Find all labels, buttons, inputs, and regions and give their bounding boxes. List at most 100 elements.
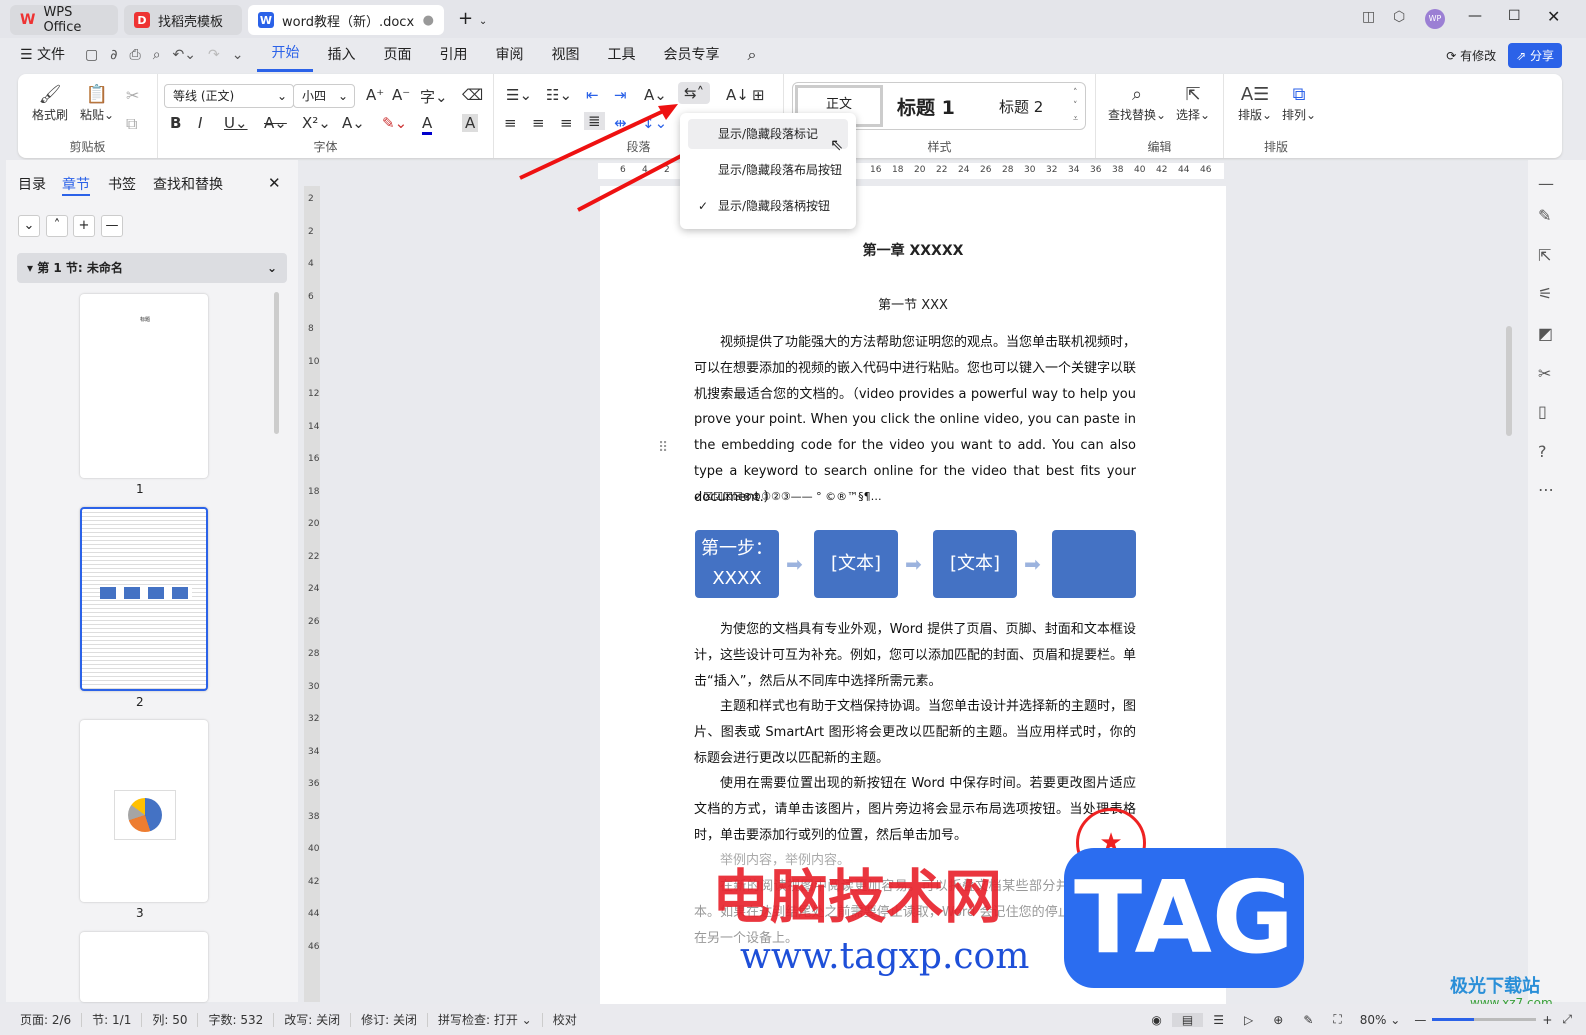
strikethrough-icon[interactable]: A⌄ [264, 114, 287, 132]
flow-step-1[interactable]: 第一步：XXXX [695, 530, 779, 598]
section-header[interactable]: ▾ 第 1 节: 未命名 ⌄ [17, 253, 287, 283]
copy-icon[interactable]: ⧉ [126, 114, 137, 134]
document-scrollbar[interactable] [1506, 326, 1512, 436]
maximize-button[interactable]: ☐ [1508, 8, 1521, 24]
style-scroll-icon[interactable]: ˄ ˅ ⩡ [1073, 87, 1078, 126]
cube-icon[interactable]: ⬡ [1393, 9, 1405, 25]
link-icon[interactable]: ∂ [104, 38, 123, 72]
menu-item-show-layout-buttons[interactable]: 显示/隐藏段落布局按钮 [688, 155, 848, 185]
phonetic-icon[interactable]: 字⌄ [420, 86, 448, 107]
add-section-icon[interactable]: + [73, 215, 95, 237]
zoom-slider[interactable] [1432, 1018, 1537, 1021]
text-effect-icon[interactable]: A⌄ [342, 114, 365, 132]
collapse-up-icon[interactable]: ˄ [46, 215, 68, 237]
find-replace-button[interactable]: ⌕ 查找替换⌄ [1108, 84, 1166, 123]
status-proofread[interactable]: 校对 [543, 1013, 587, 1027]
tools-icon[interactable]: ✂ [1538, 364, 1551, 383]
bold-icon[interactable]: B [170, 114, 181, 132]
menu-view[interactable]: 视图 [537, 38, 593, 72]
print-icon[interactable]: ⎙ [124, 38, 147, 72]
modified-indicator[interactable]: ⟳ 有修改 [1446, 47, 1496, 64]
close-panel-icon[interactable]: ✕ [268, 174, 281, 192]
flow-step-2[interactable]: [文本] [814, 530, 898, 598]
page-view-icon[interactable]: ▤ [1171, 1012, 1204, 1027]
save-icon[interactable]: ▢ [79, 38, 104, 72]
print-preview-icon[interactable]: ⌕ [147, 38, 167, 72]
eraser-icon[interactable]: ⌫ [462, 86, 483, 104]
more-icon[interactable]: ⋯ [1538, 480, 1554, 499]
status-page[interactable]: 页面: 2/6 [0, 1012, 83, 1027]
pen-icon[interactable]: ✎ [1538, 206, 1551, 225]
status-revision[interactable]: 修订: 关闭 [351, 1012, 428, 1027]
menu-page[interactable]: 页面 [369, 38, 425, 72]
pen-view-icon[interactable]: ✎ [1293, 1013, 1323, 1027]
font-color-icon[interactable]: A [422, 114, 433, 135]
share-button[interactable]: ⇗ 分享 [1508, 42, 1562, 68]
status-section[interactable]: 节: 1/1 [82, 1012, 143, 1027]
format-painter-button[interactable]: 🖌 格式刷 [32, 84, 68, 123]
typeset-button[interactable]: A☰ 排版⌄ [1238, 84, 1272, 123]
outline-view-icon[interactable]: ☰ [1203, 1013, 1234, 1027]
menu-insert[interactable]: 插入 [313, 38, 369, 72]
collapse-icon[interactable]: — [1538, 174, 1554, 193]
remove-section-icon[interactable]: — [101, 215, 123, 237]
help-icon[interactable]: ? [1538, 442, 1547, 461]
minimize-button[interactable]: — [1468, 8, 1482, 24]
border-icon[interactable]: ⊞ [752, 86, 765, 104]
fit-icon[interactable]: ⛶ [1323, 1012, 1351, 1027]
more-quick-icon[interactable]: ⌄ [226, 38, 258, 72]
zoom-level[interactable]: 80% ⌄ [1352, 1013, 1409, 1027]
redo-icon[interactable]: ↷ [202, 38, 226, 72]
book-icon[interactable]: ▯ [1538, 402, 1547, 421]
tab-document[interactable]: Wword教程（新）.docx ● [248, 5, 444, 35]
tab-find-replace[interactable]: 查找和替换 [153, 174, 223, 194]
shrink-font-icon[interactable]: A⁻ [392, 86, 410, 104]
style-heading1[interactable]: 标题 1 [897, 93, 955, 120]
superscript-icon[interactable]: X²⌄ [302, 114, 331, 132]
menu-references[interactable]: 引用 [425, 38, 481, 72]
sort-icon[interactable]: A↓ [726, 86, 749, 104]
tab-sections[interactable]: 章节 [62, 174, 90, 196]
zoom-in-button[interactable]: + [1536, 1013, 1558, 1027]
new-tab-button[interactable]: + ⌄ [458, 8, 487, 29]
underline-icon[interactable]: U⌄ [224, 114, 248, 132]
flow-step-4[interactable] [1052, 530, 1136, 598]
expand-down-icon[interactable]: ⌄ [18, 215, 40, 237]
menu-home[interactable]: 开始 [257, 38, 314, 72]
fullscreen-icon[interactable]: ⤢ [1558, 1012, 1586, 1027]
highlight-icon[interactable]: ✎⌄ [382, 114, 407, 132]
eye-icon[interactable]: ◉ [1141, 1013, 1171, 1027]
tab-toc[interactable]: 目录 [18, 174, 46, 194]
status-spell-check[interactable]: 拼写检查: 打开 ⌄ [428, 1012, 543, 1027]
font-name-select[interactable]: 等线 (正文) ⌄ [164, 84, 294, 108]
sliders-icon[interactable]: ⚟ [1538, 284, 1552, 303]
page-thumbnail-3[interactable] [80, 720, 208, 902]
status-overwrite[interactable]: 改写: 关闭 [274, 1012, 352, 1027]
layout-icon[interactable]: ◫ [1362, 9, 1375, 25]
menu-item-show-paragraph-marks[interactable]: 显示/隐藏段落标记 [688, 119, 848, 149]
flow-step-3[interactable]: [文本] [933, 530, 1017, 598]
close-window-button[interactable]: ✕ [1547, 7, 1560, 26]
drag-handle-icon[interactable]: ⠿ [658, 440, 668, 456]
page-thumbnail-1[interactable]: 标题 [80, 294, 208, 478]
file-menu[interactable]: ☰ 文件 [0, 38, 79, 72]
select-button[interactable]: ⇱ 选择⌄ [1176, 84, 1210, 123]
char-shading-icon[interactable]: A [462, 114, 479, 132]
avatar[interactable]: WP [1425, 9, 1445, 29]
cut-icon[interactable]: ✂ [126, 86, 139, 105]
vertical-ruler[interactable]: 2 2 4 6 8 10 12 14 16 18 20 22 24 26 28 30 32 34 36 38 40 42 4… [304, 186, 320, 1002]
web-view-icon[interactable]: ⊕ [1263, 1013, 1293, 1027]
menu-item-show-handle-buttons[interactable]: ✓ 显示/隐藏段落柄按钮 [688, 191, 848, 221]
status-word-count[interactable]: 字数: 532 [198, 1012, 275, 1027]
tab-bookmarks[interactable]: 书签 [108, 174, 136, 194]
tab-docer[interactable]: D 找稻壳模板 [124, 5, 242, 35]
tab-wps-office[interactable]: W WPS Office [10, 5, 118, 35]
page-thumbnail-2[interactable] [80, 507, 208, 691]
ai-icon[interactable]: ◩ [1538, 324, 1553, 343]
arrange-button[interactable]: ⧉ 排列⌄ [1282, 84, 1316, 123]
menu-vip[interactable]: 会员专享 [649, 38, 733, 72]
page-thumbnail-4[interactable] [80, 932, 208, 1002]
status-column[interactable]: 列: 50 [142, 1012, 199, 1027]
undo-icon[interactable]: ↶⌄ [167, 38, 202, 72]
panel-scrollbar[interactable] [274, 292, 279, 434]
